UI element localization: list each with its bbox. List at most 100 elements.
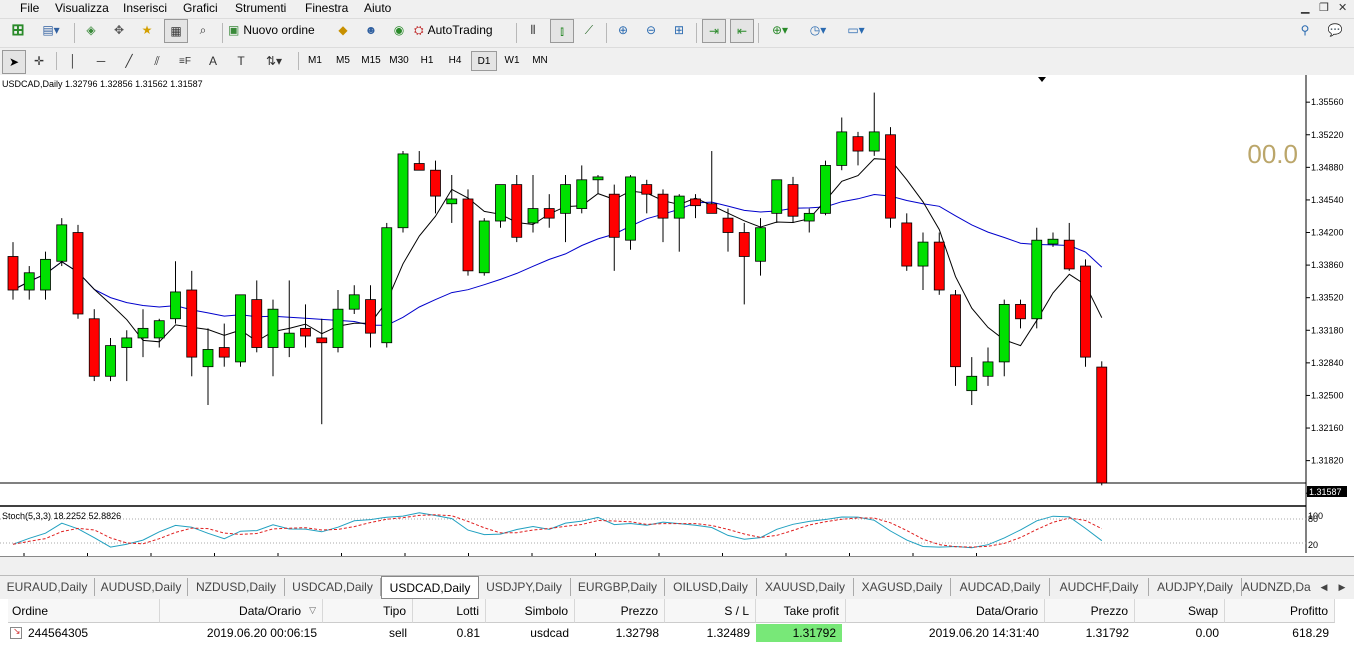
tf-mn[interactable]: MN <box>528 51 552 69</box>
new-chart-icon[interactable]: ⊞ <box>4 19 32 41</box>
tile-windows-icon[interactable]: ⊞ <box>668 19 690 41</box>
col-sl[interactable]: S / L <box>665 599 756 623</box>
candle-body-24 <box>397 153 409 229</box>
tab-audcad[interactable]: AUDCAD,Daily <box>951 578 1050 596</box>
tf-m30[interactable]: M30 <box>387 51 411 69</box>
new-order-button[interactable]: ▣ Nuovo ordine <box>228 19 326 41</box>
tf-m5[interactable]: M5 <box>331 51 355 69</box>
candle-body-64 <box>1047 238 1059 245</box>
auto-scroll-icon[interactable]: ⇥ <box>702 19 726 43</box>
strategy-tester-icon[interactable]: ⌕ <box>192 19 214 41</box>
col-lotti[interactable]: Lotti <box>413 599 486 623</box>
tab-audjpy[interactable]: AUDJPY,Daily <box>1149 578 1242 596</box>
text-label-icon[interactable]: T <box>230 50 252 72</box>
channel-icon[interactable]: ⫽ <box>146 50 168 72</box>
market-watch-icon[interactable]: ◈ <box>80 19 102 41</box>
candle-body-62 <box>1015 303 1026 320</box>
col-swap[interactable]: Swap <box>1135 599 1225 623</box>
crosshair-nav-icon[interactable]: ✥ <box>108 19 130 41</box>
tf-m1[interactable]: M1 <box>303 51 327 69</box>
search-icon[interactable]: ⚲ <box>1294 19 1316 41</box>
col-prezzo-close[interactable]: Prezzo <box>1045 599 1135 623</box>
col-take-profit[interactable]: Take profit <box>756 599 846 623</box>
col-profitto[interactable]: Profitto <box>1225 599 1335 623</box>
restore-icon[interactable]: ❐ <box>1319 1 1329 14</box>
tab-eurgbp[interactable]: EURGBP,Daily <box>571 578 665 596</box>
tf-h1[interactable]: H1 <box>415 51 439 69</box>
autotrading-button[interactable]: ⛭ AutoTrading <box>414 19 510 41</box>
col-ordine[interactable]: Ordine <box>8 599 160 623</box>
tab-audchf[interactable]: AUDCHF,Daily <box>1050 578 1149 596</box>
favorites-icon[interactable]: ★ <box>136 19 158 41</box>
cell-ordine: ↘ 244564305 <box>10 624 160 642</box>
indicators-icon[interactable]: ⊕▾ <box>764 19 796 41</box>
periods-icon[interactable]: ◷▾ <box>802 19 834 41</box>
trendline-icon[interactable]: ╱ <box>118 50 140 72</box>
profiles-icon[interactable]: ▤▾ <box>36 19 66 41</box>
cursor-icon[interactable]: ➤ <box>2 50 26 74</box>
candle-body-67 <box>1096 366 1108 484</box>
candle-54 <box>885 127 896 228</box>
candle-66 <box>1080 259 1091 367</box>
zoom-in-icon[interactable]: ⊕ <box>612 19 634 41</box>
tab-usdcad-active[interactable]: USDCAD,Daily <box>381 576 479 599</box>
chart-canvas[interactable]: USDCAD,Daily 1.32796 1.32856 1.31562 1.3… <box>0 75 1354 556</box>
candle-41 <box>673 194 685 252</box>
col-simbolo[interactable]: Simbolo <box>486 599 575 623</box>
tab-usdjpy[interactable]: USDJPY,Daily <box>478 578 571 596</box>
tab-usdcad-1[interactable]: USDCAD,Daily <box>285 578 381 596</box>
col-data-orario-open[interactable]: Data/Orario ▽ <box>160 599 323 623</box>
chart-shift-icon[interactable]: ⇤ <box>730 19 754 43</box>
fibonacci-icon[interactable]: ≡F <box>174 50 196 72</box>
tf-w1[interactable]: W1 <box>500 51 524 69</box>
close-icon[interactable]: ✕ <box>1338 1 1347 14</box>
crosshair-icon[interactable]: ✛ <box>28 50 50 72</box>
menu-visualizza[interactable]: Visualizza <box>55 1 109 15</box>
vertical-line-icon[interactable]: │ <box>62 50 84 72</box>
menu-grafici[interactable]: Grafici <box>183 1 218 15</box>
col-tipo[interactable]: Tipo <box>323 599 413 623</box>
text-tool-icon[interactable]: A <box>202 50 224 72</box>
col-prezzo[interactable]: Prezzo <box>575 599 665 623</box>
price-tick-label-1: 1.35220 <box>1311 130 1344 140</box>
line-chart-icon[interactable]: ⟋ <box>578 19 600 41</box>
menu-file[interactable]: File <box>20 1 39 15</box>
tab-xauusd[interactable]: XAUUSD,Daily <box>757 578 854 596</box>
tab-euraud[interactable]: EURAUD,Daily <box>0 578 95 596</box>
menu-aiuto[interactable]: Aiuto <box>364 1 391 15</box>
tab-audusd[interactable]: AUDUSD,Daily <box>95 578 188 596</box>
tab-xagusd[interactable]: XAGUSD,Daily <box>854 578 951 596</box>
chart-window[interactable]: USDCAD,Daily 1.32796 1.32856 1.31562 1.3… <box>0 75 1354 557</box>
vps-icon[interactable]: ◉ <box>388 19 410 41</box>
metaeditor-icon[interactable]: ◆ <box>332 19 354 41</box>
candle-body-34 <box>560 184 571 214</box>
candle-21 <box>348 285 360 314</box>
zoom-out-icon[interactable]: ⊖ <box>640 19 662 41</box>
tab-audnzd[interactable]: AUDNZD,Da <box>1242 578 1312 596</box>
horizontal-line-icon[interactable]: ─ <box>90 50 112 72</box>
menu-inserisci[interactable]: Inserisci <box>123 1 167 15</box>
signals-icon[interactable]: ☻ <box>360 19 382 41</box>
minimize-icon[interactable]: ▁ <box>1301 1 1309 14</box>
cell-tipo: sell <box>388 626 407 640</box>
templates-icon[interactable]: ▭▾ <box>840 19 872 41</box>
tab-scroll-right-icon[interactable]: ▶ <box>1334 578 1350 596</box>
tf-h4[interactable]: H4 <box>443 51 467 69</box>
tab-scroll-left-icon[interactable]: ◀ <box>1316 578 1332 596</box>
candlestick-icon[interactable]: ⫾ <box>550 19 574 43</box>
tf-d1[interactable]: D1 <box>471 51 497 71</box>
tab-oilusd[interactable]: OILUSD,Daily <box>665 578 757 596</box>
candle-5 <box>88 309 100 382</box>
tf-m15[interactable]: M15 <box>359 51 383 69</box>
menu-finestra[interactable]: Finestra <box>305 1 348 15</box>
candle-51 <box>836 117 848 171</box>
bar-chart-icon[interactable]: ⫴ <box>522 19 544 41</box>
candle-body-26 <box>430 169 441 197</box>
candle-body-25 <box>413 163 425 171</box>
tab-nzdusd[interactable]: NZDUSD,Daily <box>188 578 285 596</box>
col-data-orario-close[interactable]: Data/Orario <box>846 599 1045 623</box>
arrows-icon[interactable]: ⇅▾ <box>258 50 290 72</box>
menu-strumenti[interactable]: Strumenti <box>235 1 286 15</box>
terminal-icon[interactable]: ▦ <box>164 19 188 43</box>
chat-icon[interactable]: 💬 <box>1322 19 1348 41</box>
